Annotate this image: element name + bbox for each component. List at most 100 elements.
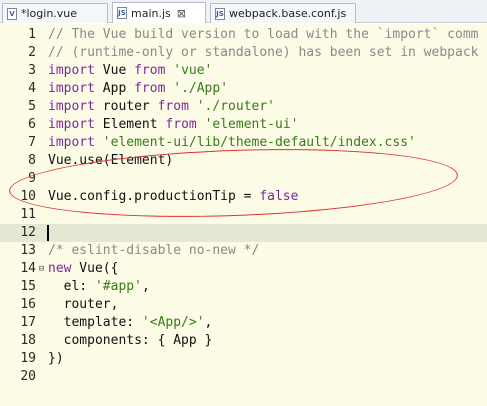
fold-collapse-icon[interactable]: ⊟ — [37, 260, 46, 278]
code-line: 19}) — [0, 350, 487, 368]
code-line: 6 import Element from 'element-ui' — [0, 116, 487, 134]
code-line: 16 router, — [0, 296, 487, 314]
code-text: }) — [48, 350, 64, 368]
code-line: 2 // (runtime-only or standalone) has bee… — [0, 44, 487, 62]
line-number: 6 — [28, 117, 36, 132]
code-token: 'element-ui/lib/theme-default/index.css' — [102, 135, 416, 150]
code-line: 4 import App from './App' — [0, 80, 487, 98]
code-token: }) — [48, 351, 64, 366]
js-file-icon: JS — [215, 7, 225, 20]
code-line: 18 components: { App } — [0, 332, 487, 350]
line-number: 20 — [20, 369, 36, 384]
code-token: import — [48, 63, 95, 78]
close-tab-icon[interactable]: ⊠ — [177, 7, 186, 20]
line-number: 1 — [28, 27, 36, 42]
code-text: new Vue({ — [48, 260, 118, 278]
code-token: Vue.config.productionTip = — [48, 189, 260, 204]
code-token: import — [48, 135, 95, 150]
code-token: el: — [48, 279, 95, 294]
code-token: Element — [94, 117, 166, 132]
editor-tab-bar: V *login.vue JS main.js ⊠ JS webpack.bas… — [0, 0, 487, 23]
line-number: 4 — [28, 81, 36, 96]
line-number: 5 — [28, 99, 36, 114]
line-number: 15 — [20, 279, 36, 294]
code-text: Vue.config.productionTip = false — [48, 188, 298, 206]
code-text: import Vue from 'vue' — [48, 62, 212, 80]
line-number: 18 — [20, 333, 36, 348]
code-token: 'element-ui' — [204, 117, 299, 132]
code-text: Vue.use(Element) — [48, 152, 173, 170]
tab-login-vue[interactable]: V *login.vue — [2, 3, 108, 23]
vue-file-icon: V — [7, 7, 17, 20]
code-token: './router' — [196, 99, 276, 114]
code-line: 9 — [0, 170, 487, 188]
code-line: 1 // The Vue build version to load with t… — [0, 26, 487, 44]
code-token: import — [48, 81, 95, 96]
code-token: Vue({ — [71, 261, 119, 276]
line-number: 7 — [28, 135, 36, 150]
code-token: components: { App } — [48, 333, 213, 348]
code-token: '<App/>' — [141, 315, 205, 330]
code-line: 3 import Vue from 'vue' — [0, 62, 487, 80]
tab-webpack-base-conf[interactable]: JS webpack.base.conf.js — [210, 3, 356, 23]
code-token: '#app' — [94, 279, 142, 294]
text-cursor — [47, 225, 49, 241]
line-number: 9 — [28, 171, 36, 186]
code-token: router — [94, 99, 158, 114]
code-token: // The Vue build version to load with th… — [48, 27, 479, 42]
code-token: new — [48, 261, 72, 276]
line-number: 8 — [28, 153, 36, 168]
code-line: 8 Vue.use(Element) — [0, 152, 487, 170]
code-text: import Element from 'element-ui' — [48, 116, 298, 134]
code-line: 5 import router from './router' — [0, 98, 487, 116]
code-token: Vue.use(Element) — [48, 153, 174, 168]
line-number: 19 — [20, 351, 36, 366]
js-file-icon: JS — [117, 7, 127, 19]
code-token: import — [48, 117, 95, 132]
code-token: './App' — [173, 81, 229, 96]
code-token: // (runtime-only or standalone) has been… — [48, 45, 479, 60]
code-token: App — [94, 81, 135, 96]
line-number: 14 — [20, 261, 36, 276]
current-code-line: 12 — [0, 224, 487, 242]
line-number: 17 — [20, 315, 36, 330]
code-token: false — [259, 189, 299, 204]
code-token: import — [48, 99, 95, 114]
line-number: 10 — [20, 189, 36, 204]
code-line: 7 import 'element-ui/lib/theme-default/in… — [0, 134, 487, 152]
code-token: /* eslint-disable no-new */ — [48, 243, 260, 258]
code-text: import 'element-ui/lib/theme-default/ind… — [48, 134, 416, 152]
code-token: , — [204, 315, 213, 330]
tab-label: webpack.base.conf.js — [229, 7, 347, 20]
code-token: 'vue' — [173, 63, 213, 78]
code-text: el: '#app', — [48, 278, 150, 296]
tab-main-js[interactable]: JS main.js ⊠ — [112, 2, 206, 23]
code-token: Vue — [94, 63, 135, 78]
code-line: 17 template: '<App/>', — [0, 314, 487, 332]
code-text: router, — [48, 296, 119, 314]
code-text: // (runtime-only or standalone) has been… — [48, 44, 478, 62]
line-number: 12 — [20, 225, 36, 240]
code-text: import router from './router' — [48, 98, 275, 116]
code-token: , — [141, 279, 150, 294]
code-text: template: '<App/>', — [48, 314, 213, 332]
code-line: 11 — [0, 206, 487, 224]
code-text: /* eslint-disable no-new */ — [48, 242, 259, 260]
code-editor[interactable]: 1 // The Vue build version to load with t… — [0, 24, 487, 406]
code-token: from — [134, 81, 166, 96]
code-text: // The Vue build version to load with th… — [48, 26, 478, 44]
code-line: 14 ⊟ new Vue({ — [0, 260, 487, 278]
code-line: 20 — [0, 368, 487, 386]
line-number: 3 — [28, 63, 36, 78]
code-token: from — [157, 99, 189, 114]
line-number: 13 — [20, 243, 36, 258]
line-number: 2 — [28, 45, 36, 60]
code-token: router, — [48, 297, 119, 312]
code-line: 10 Vue.config.productionTip = false — [0, 188, 487, 206]
line-number: 11 — [20, 207, 36, 222]
code-token: from — [165, 117, 197, 132]
tab-label: main.js — [131, 6, 171, 20]
